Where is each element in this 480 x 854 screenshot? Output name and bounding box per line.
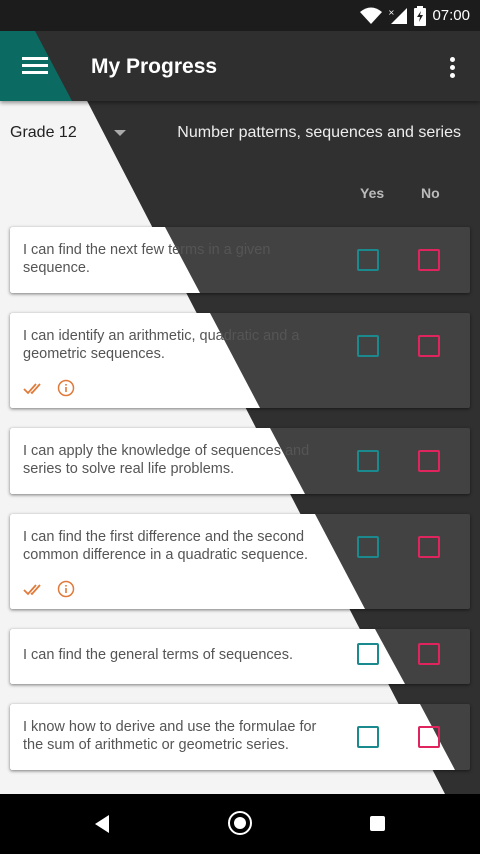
status-bar: × 07:00 [0, 0, 480, 31]
yes-checkbox[interactable] [357, 249, 379, 271]
more-options-icon[interactable] [442, 55, 462, 79]
double-check-icon[interactable] [23, 381, 43, 395]
no-checkbox[interactable] [418, 450, 440, 472]
filter-row: Grade 12 Number patterns, sequences and … [0, 120, 480, 148]
wifi-icon [360, 7, 383, 24]
list-item: I can find the next few terms in a given… [10, 227, 470, 293]
home-icon[interactable] [228, 811, 252, 835]
app-bar-accent [0, 31, 72, 101]
signal-icon: × [388, 7, 408, 24]
list-item: I can apply the knowledge of sequences a… [10, 428, 470, 494]
double-check-icon[interactable] [23, 582, 43, 596]
list-item: I can find the general terms of sequence… [10, 629, 470, 684]
item-statement: I can find the next few terms in a given… [23, 242, 271, 276]
list-item: I know how to derive and use the formula… [10, 704, 470, 770]
item-statement: I can apply the knowledge of sequences a… [23, 443, 310, 477]
yes-checkbox[interactable] [357, 450, 379, 472]
app-bar: My Progress [0, 31, 480, 101]
system-nav-bar [0, 794, 480, 854]
list-item: I can identify an arithmetic, quadratic … [10, 313, 470, 408]
page-title: My Progress [91, 55, 218, 78]
no-checkbox[interactable] [418, 335, 440, 357]
yes-checkbox[interactable] [357, 643, 379, 665]
item-statement: I can find the first difference and the … [23, 529, 309, 563]
no-checkbox[interactable] [418, 643, 440, 665]
yes-checkbox[interactable] [357, 726, 379, 748]
list-item: I can find the first difference and the … [10, 514, 470, 609]
chevron-down-icon[interactable] [114, 130, 126, 136]
svg-text:×: × [388, 8, 395, 17]
status-time: 07:00 [432, 7, 470, 24]
info-icon[interactable] [57, 580, 75, 598]
no-checkbox[interactable] [418, 249, 440, 271]
grade-dropdown[interactable]: Grade 12 [10, 124, 77, 142]
back-icon[interactable] [94, 814, 110, 834]
item-statement: I can find the general terms of sequence… [23, 647, 294, 663]
item-statement: I can identify an arithmetic, quadratic … [23, 328, 300, 362]
info-icon[interactable] [57, 379, 75, 397]
column-no-label: No [421, 185, 440, 201]
menu-icon[interactable] [22, 55, 48, 77]
item-statement: I know how to derive and use the formula… [23, 719, 317, 753]
no-checkbox[interactable] [418, 726, 440, 748]
column-yes-label: Yes [360, 185, 385, 201]
yes-checkbox[interactable] [357, 536, 379, 558]
battery-icon [414, 5, 427, 26]
topic-dropdown[interactable]: Number patterns, sequences and series [177, 124, 461, 142]
no-checkbox[interactable] [418, 536, 440, 558]
recent-apps-icon[interactable] [370, 816, 385, 831]
yes-checkbox[interactable] [357, 335, 379, 357]
